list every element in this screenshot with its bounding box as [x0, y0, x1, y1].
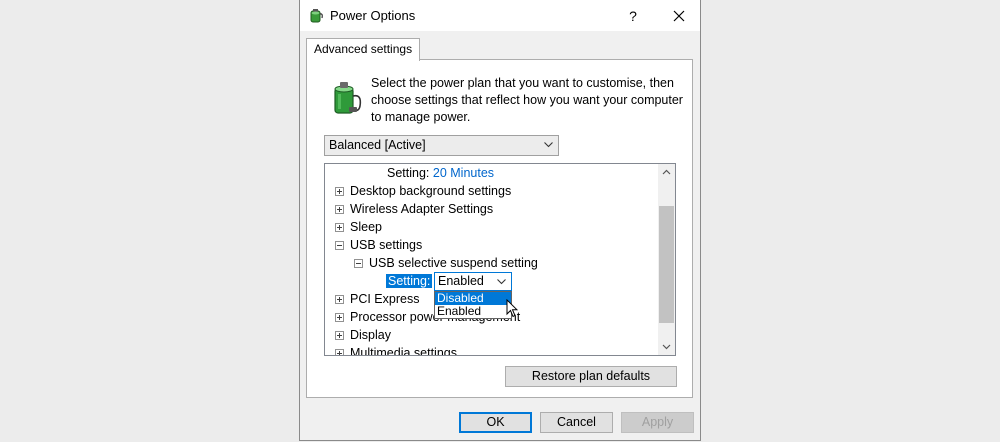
- top-setting-label: Setting:: [387, 166, 430, 180]
- tree-label: Sleep: [350, 220, 382, 234]
- chevron-down-icon: [544, 142, 553, 148]
- tree-label: USB selective suspend setting: [369, 256, 538, 270]
- usb-setting-dropdown-list: Disabled Enabled: [434, 291, 512, 319]
- collapse-minus-icon[interactable]: [354, 259, 363, 268]
- tree-row-pci-express[interactable]: PCI Express: [335, 290, 419, 308]
- tab-advanced-settings[interactable]: Advanced settings: [306, 38, 421, 61]
- usb-setting-select-value: Enabled: [438, 274, 484, 288]
- power-options-window: Power Options ? Advanced settings Select…: [299, 0, 701, 441]
- expand-plus-icon[interactable]: [335, 295, 344, 304]
- expand-plus-icon[interactable]: [335, 205, 344, 214]
- close-icon: [673, 10, 685, 22]
- chevron-down-icon: [497, 279, 506, 285]
- chevron-up-icon: [662, 169, 671, 175]
- chevron-down-icon: [662, 344, 671, 350]
- tree-scrollbar[interactable]: [658, 164, 675, 355]
- tree-label: Multimedia settings: [350, 346, 457, 355]
- window-title: Power Options: [330, 8, 416, 23]
- apply-button[interactable]: Apply: [621, 412, 694, 433]
- power-plan-app-icon: [310, 9, 323, 23]
- scrollbar-thumb[interactable]: [659, 206, 674, 323]
- collapse-minus-icon[interactable]: [335, 241, 344, 250]
- tree-row-display[interactable]: Display: [335, 326, 391, 344]
- expand-plus-icon[interactable]: [335, 223, 344, 232]
- tree-label: Display: [350, 328, 391, 342]
- tree-row-usb-settings[interactable]: USB settings: [335, 236, 422, 254]
- close-button[interactable]: [664, 5, 694, 27]
- tree-label: Desktop background settings: [350, 184, 512, 198]
- scroll-up-button[interactable]: [658, 164, 675, 181]
- tree-row-multimedia[interactable]: Multimedia settings: [335, 344, 457, 355]
- tree-row-wireless-adapter[interactable]: Wireless Adapter Settings: [335, 200, 493, 218]
- ok-button[interactable]: OK: [459, 412, 532, 433]
- top-setting-value[interactable]: 20 Minutes: [433, 166, 494, 180]
- expand-plus-icon[interactable]: [335, 187, 344, 196]
- tree-row-desktop-background[interactable]: Desktop background settings: [335, 182, 511, 200]
- settings-tree[interactable]: Setting: 20 Minutes Desktop background s…: [324, 163, 676, 356]
- intro-text: Select the power plan that you want to c…: [371, 76, 683, 124]
- tree-row-usb-setting[interactable]: Setting:: [386, 272, 433, 290]
- tree-row-sleep[interactable]: Sleep: [335, 218, 382, 236]
- help-button[interactable]: ?: [620, 5, 646, 27]
- dropdown-option-enabled[interactable]: Enabled: [435, 305, 511, 318]
- settings-tree-content: Setting: 20 Minutes Desktop background s…: [325, 164, 658, 355]
- usb-setting-select[interactable]: Enabled: [434, 272, 512, 291]
- mouse-cursor-icon: [506, 299, 518, 318]
- scroll-down-button[interactable]: [658, 338, 675, 355]
- tree-label: USB settings: [350, 238, 423, 252]
- expand-plus-icon[interactable]: [335, 349, 344, 355]
- tree-label: PCI Express: [350, 292, 420, 306]
- usb-setting-label: Setting:: [386, 274, 433, 288]
- expand-plus-icon[interactable]: [335, 313, 344, 322]
- power-plan-battery-icon: [334, 82, 362, 114]
- cancel-button[interactable]: Cancel: [540, 412, 613, 433]
- expand-plus-icon[interactable]: [335, 331, 344, 340]
- advanced-settings-panel: Select the power plan that you want to c…: [306, 59, 693, 398]
- tree-row-usb-selective-suspend[interactable]: USB selective suspend setting: [354, 254, 538, 272]
- power-plan-select-value: Balanced [Active]: [329, 138, 426, 152]
- tree-row-top-setting[interactable]: Setting: 20 Minutes: [387, 164, 494, 182]
- power-plan-select[interactable]: Balanced [Active]: [324, 135, 559, 156]
- tree-label: Wireless Adapter Settings: [350, 202, 494, 216]
- title-bar: Power Options ?: [300, 0, 700, 31]
- restore-plan-defaults-button[interactable]: Restore plan defaults: [505, 366, 677, 387]
